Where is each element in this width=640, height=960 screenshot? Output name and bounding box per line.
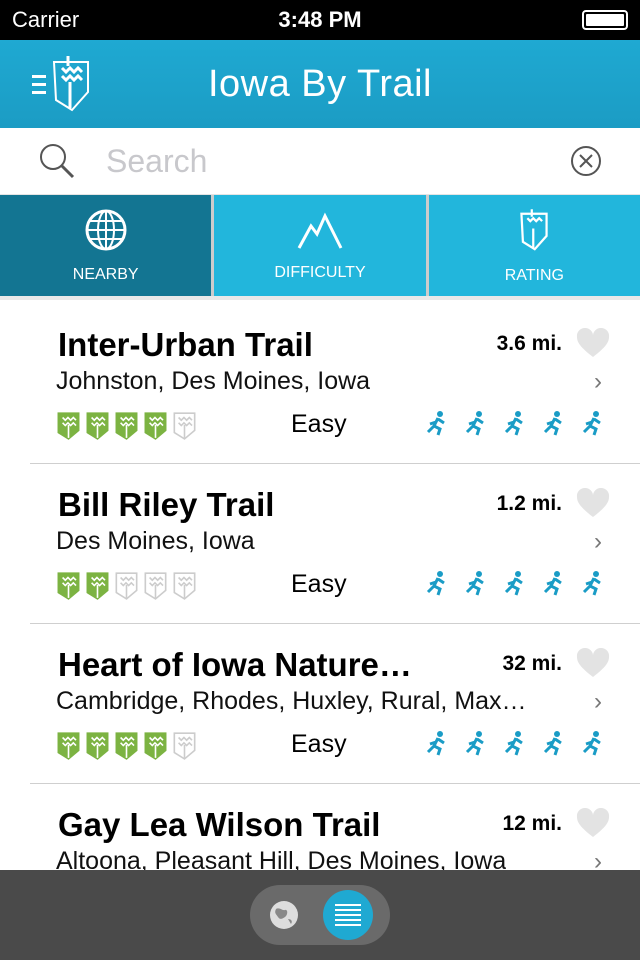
running-icon [582,411,601,436]
difficulty: Easy [291,730,347,758]
activities [424,730,606,756]
filter-tabs: NEARBY DIFFICULTY RATING [0,195,640,300]
rating-shield-icon [144,732,167,760]
bird-watching-icon [504,411,523,436]
mountain-icon [297,211,343,249]
trail-location: Cambridge, Rhodes, Huxley, Rural, Max… [56,687,527,715]
view-toggle [250,885,390,945]
trail-distance: 12 mi. [502,812,562,835]
running-icon [426,411,445,436]
chevron-right-icon: › [594,368,602,395]
trail-row[interactable]: Bill Riley Trail 1.2 mi. Des Moines, Iow… [30,464,640,624]
trail-row[interactable]: Heart of Iowa Nature… 32 mi. Cambridge, … [30,624,640,784]
trail-location: Des Moines, Iowa [56,527,255,555]
rating [56,730,197,760]
trail-distance: 1.2 mi. [496,492,562,515]
rating [56,410,197,440]
rating [56,570,197,600]
globe-icon [85,209,127,250]
favorite-heart-icon[interactable] [576,488,610,518]
rating-shield-icon [144,572,167,600]
rating-shield-icon [115,732,138,760]
tab-label: NEARBY [72,265,139,283]
trail-row[interactable]: Inter-Urban Trail 3.6 mi. Johnston, Des … [30,304,640,464]
search-bar [0,128,640,195]
rating-shield-icon [57,412,80,440]
trail-location: Altoona, Pleasant Hill, Des Moines, Iowa [56,847,507,870]
rating-shield-icon [173,412,196,440]
carrier: Carrier [12,7,80,32]
rating-shield-icon [115,572,138,600]
map-view-button[interactable] [268,899,300,931]
trail-name: Inter-Urban Trail [58,326,313,363]
bottom-bar [0,870,640,960]
clear-search-icon[interactable] [570,145,602,177]
list-icon [334,904,361,926]
tab-rating[interactable]: RATING [428,195,640,296]
tab-label: DIFFICULTY [274,263,366,281]
shield-icon [520,208,548,251]
trail-distance: 3.6 mi. [496,332,562,355]
trail-row[interactable]: Gay Lea Wilson Trail 12 mi. Altoona, Ple… [30,784,640,870]
search-icon [40,144,75,179]
tent-icon [504,571,523,596]
rating-shield-icon [86,572,109,600]
rating-shield-icon [173,572,196,600]
trail-name: Heart of Iowa Nature… [58,646,412,683]
rating-shield-icon [115,412,138,440]
rating-shield-icon [86,732,109,760]
search-input[interactable] [106,142,570,180]
trail-list: Inter-Urban Trail 3.6 mi. Johnston, Des … [0,304,640,870]
favorite-heart-icon[interactable] [576,808,610,838]
tab-nearby[interactable]: NEARBY [0,195,212,296]
app-header: Iowa By Trail [0,40,640,128]
status-bar: Carrier 3:48 PM [0,0,640,40]
trail-location: Johnston, Des Moines, Iowa [56,367,371,395]
dog-icon [465,411,484,436]
running-icon [504,731,523,756]
battery-icon [582,10,628,30]
favorite-heart-icon[interactable] [576,328,610,358]
camper-icon [426,571,445,596]
activities [424,410,606,436]
rating-shield-icon [57,572,80,600]
list-view-button[interactable] [322,890,373,940]
rating-shield-icon [57,732,80,760]
rating-shield-icon [86,412,109,440]
hiking-icon [465,731,484,756]
app-title: Iowa By Trail [207,62,433,105]
activities [424,570,606,596]
tab-label: RATING [504,266,564,284]
rating-shield-icon [144,412,167,440]
running-icon [543,731,562,756]
biking-icon [465,571,484,596]
trail-name: Gay Lea Wilson Trail [58,806,381,843]
hiking-icon [543,571,562,596]
difficulty: Easy [291,570,347,598]
binoculars-icon [582,571,601,596]
chevron-right-icon: › [594,528,602,555]
rating-shield-icon [173,732,196,760]
trail-distance: 32 mi. [502,652,562,675]
tab-difficulty[interactable]: DIFFICULTY [214,195,426,296]
chevron-right-icon: › [594,848,602,870]
clock: 3:48 PM [278,7,362,32]
skiing-icon [582,731,601,756]
favorite-heart-icon[interactable] [576,648,610,678]
trail-name: Bill Riley Trail [58,486,275,523]
walking-icon [543,411,562,436]
chevron-right-icon: › [594,688,602,715]
bird-watching-icon [426,731,445,756]
difficulty: Easy [291,410,347,438]
